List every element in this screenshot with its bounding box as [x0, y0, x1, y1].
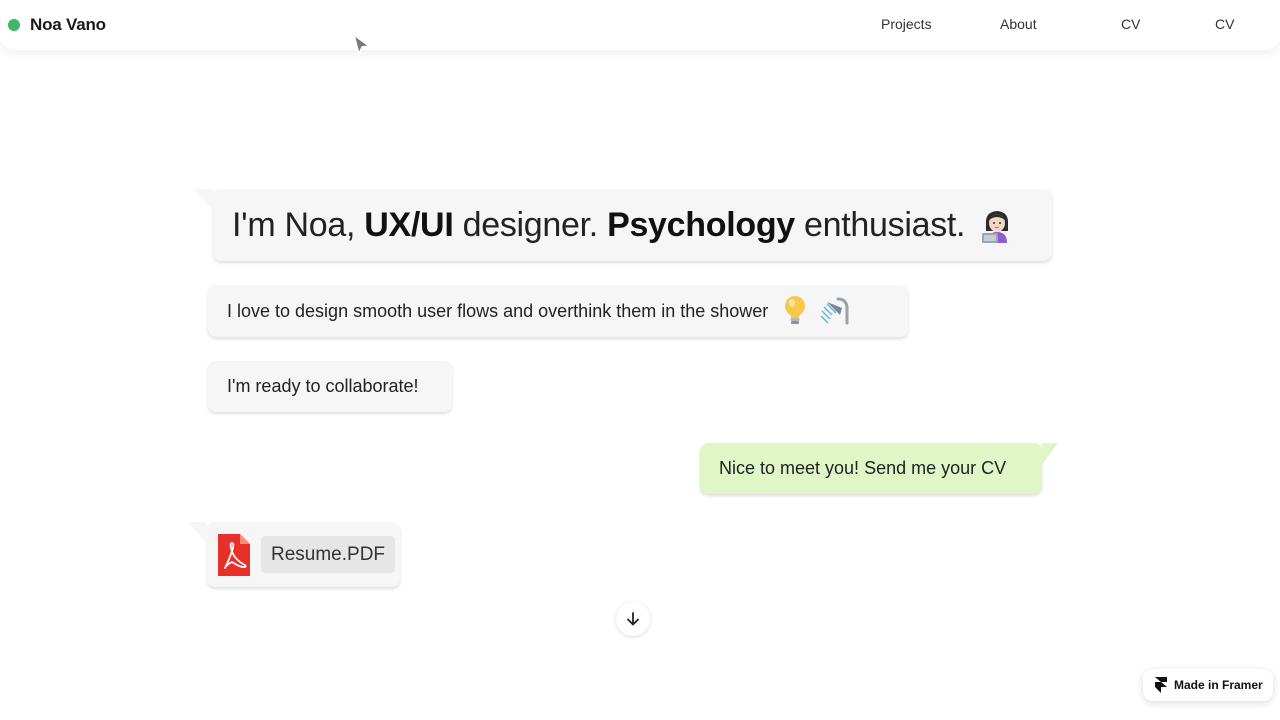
reply-message-bubble: Nice to meet you! Send me your CV	[700, 443, 1058, 494]
badge-label: Made in Framer	[1174, 678, 1263, 692]
resume-file-link[interactable]: Resume.PDF	[261, 536, 396, 573]
resume-attachment-bubble[interactable]: Resume.PDF	[188, 522, 400, 587]
top-navigation-bar: Noa Vano Projects About CV CV	[0, 0, 1280, 50]
mouse-cursor-icon	[353, 34, 370, 55]
light-bulb-icon	[782, 295, 808, 327]
arrow-down-icon	[627, 612, 639, 626]
intro-strong-role: UX/UI	[364, 205, 454, 244]
made-in-framer-badge[interactable]: Made in Framer	[1143, 669, 1273, 701]
intro-text-2: designer.	[453, 205, 608, 244]
framer-logo-icon	[1155, 677, 1167, 693]
intro-text-1: I'm Noa,	[232, 205, 365, 244]
message-text: I love to design smooth user flows and o…	[227, 300, 769, 321]
nav-cv[interactable]: CV	[1121, 16, 1140, 32]
message-text: I'm ready to collaborate!	[227, 376, 419, 396]
brand-name: Noa Vano	[30, 15, 106, 34]
nav-projects[interactable]: Projects	[881, 16, 932, 32]
brand[interactable]: Noa Vano	[8, 14, 106, 36]
intro-strong-interest: Psychology	[607, 205, 795, 244]
pdf-icon	[216, 533, 250, 576]
scroll-down-button[interactable]	[616, 602, 650, 636]
reply-text: Nice to meet you! Send me your CV	[719, 458, 1007, 478]
message-bubble-collaborate: I'm ready to collaborate!	[208, 361, 452, 412]
status-dot-icon	[8, 19, 20, 31]
intro-message-bubble: I'm Noa, UX/UI designer. Psychology enth…	[194, 189, 1052, 261]
nav-cv-secondary[interactable]: CV	[1215, 16, 1234, 32]
shower-icon	[818, 295, 850, 327]
woman-technologist-icon	[979, 207, 1015, 243]
message-bubble-design-flows: I love to design smooth user flows and o…	[208, 285, 908, 337]
file-name: Resume.PDF	[271, 543, 386, 565]
intro-text-3: enthusiast.	[794, 205, 966, 244]
nav-about[interactable]: About	[1000, 16, 1037, 32]
